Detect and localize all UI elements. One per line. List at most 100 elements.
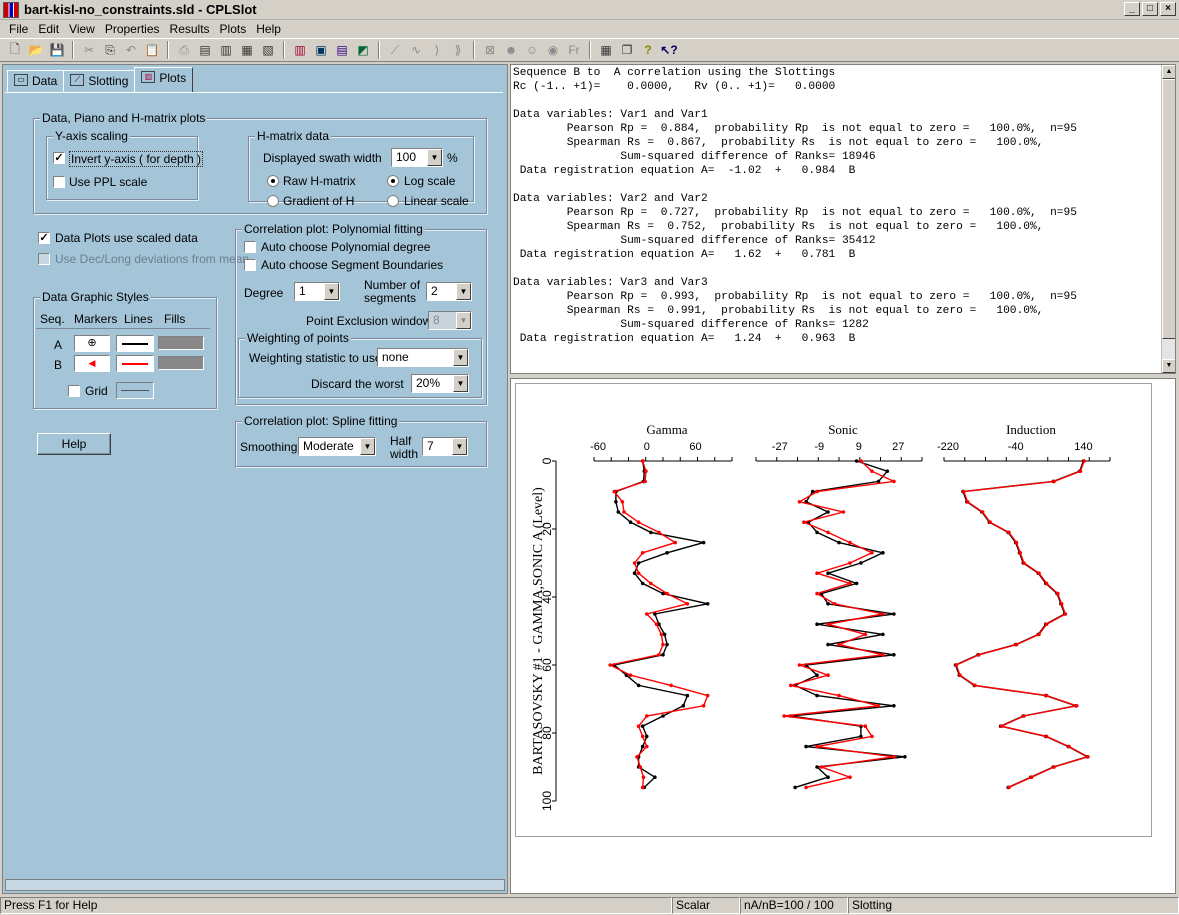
bracket2-icon[interactable]: ⟫ (449, 41, 467, 59)
slot-icon[interactable]: ▤ (196, 41, 214, 59)
panel-title: Gamma (646, 422, 687, 437)
scroll-thumb[interactable] (1162, 79, 1175, 339)
plot3-icon[interactable]: ▤ (333, 41, 351, 59)
ppl-scale-checkbox[interactable] (53, 176, 65, 188)
slot2-icon[interactable]: ▥ (217, 41, 235, 59)
horizontal-scrollbar[interactable] (5, 879, 505, 891)
gradient-radio[interactable] (267, 195, 279, 207)
print-icon[interactable]: ⎙ (175, 41, 193, 59)
data-point-b (870, 469, 874, 473)
scroll-up-icon[interactable]: ▲ (1162, 65, 1175, 79)
tab-data[interactable]: ▭ Data (7, 70, 65, 92)
smoothing-select[interactable]: Moderate ▼ (298, 437, 376, 456)
data-point-b (638, 765, 643, 769)
new-icon[interactable]: 🗋 (6, 41, 24, 59)
menu-plots[interactable]: Plots (215, 20, 252, 38)
weighting-stat-select[interactable]: none ▼ (377, 348, 469, 367)
menu-edit[interactable]: Edit (33, 20, 64, 38)
plot-icon[interactable]: ▥ (291, 41, 309, 59)
fill-a-swatch[interactable] (158, 336, 204, 350)
help-icon[interactable]: ? (639, 41, 657, 59)
exclusion-select[interactable]: 8 ▼ (428, 311, 472, 330)
degree-select[interactable]: 1 ▼ (294, 282, 340, 301)
invert-yaxis-checkbox[interactable]: ✓ (53, 152, 65, 164)
eye-icon[interactable]: ◉ (544, 41, 562, 59)
grid-line-sample (121, 390, 149, 391)
data-point-b (1078, 469, 1083, 473)
scroll-down-icon[interactable]: ▼ (1162, 359, 1175, 373)
tab-slotting[interactable]: ⟋ Slotting (63, 70, 136, 92)
person-icon[interactable]: ☻ (502, 41, 520, 59)
open-icon[interactable]: 📂 (27, 41, 45, 59)
linear-scale-radio[interactable] (387, 195, 399, 207)
discard-value: 20% (416, 376, 441, 390)
data-point-b (657, 530, 661, 535)
fr-icon[interactable]: Fr (565, 41, 583, 59)
swath-select[interactable]: 100 ▼ (391, 148, 443, 167)
dec-long-checkbox[interactable] (38, 253, 50, 265)
slotting-tab-icon: ⟋ (70, 74, 85, 86)
copy-icon[interactable]: ⎘ (101, 41, 119, 59)
line-b-swatch[interactable] (116, 355, 154, 372)
calc-icon[interactable]: ▦ (597, 41, 615, 59)
auto-segments-checkbox[interactable] (244, 259, 256, 271)
whatsthis-icon[interactable]: ↖? (660, 41, 678, 59)
poly-title: Correlation plot: Polynomial fitting (242, 222, 425, 236)
undo-icon[interactable]: ↶ (122, 41, 140, 59)
minimize-button[interactable]: _ (1124, 2, 1140, 16)
data-point-b (1044, 734, 1049, 739)
y-axis-label: BARTASOVSKY #1 - GAMMA,SONIC A (Level) (531, 487, 546, 775)
line-a-sample (122, 343, 148, 345)
tab-slotting-label: Slotting (88, 74, 129, 88)
auto-degree-checkbox[interactable] (244, 241, 256, 253)
help-button[interactable]: Help (37, 433, 111, 455)
x-tick-label: 140 (1074, 441, 1092, 453)
results-scrollbar[interactable]: ▲ ▼ (1161, 65, 1175, 373)
save-icon[interactable]: 💾 (48, 41, 66, 59)
plot4-icon[interactable]: ◩ (354, 41, 372, 59)
menu-view[interactable]: View (64, 20, 100, 38)
data-point-b (632, 561, 637, 565)
menu-results[interactable]: Results (165, 20, 215, 38)
results-text-pane[interactable]: Sequence B to A correlation using the Sl… (510, 64, 1176, 374)
marker-b-swatch[interactable]: ◀ (74, 355, 110, 372)
menu-properties[interactable]: Properties (100, 20, 165, 38)
raw-hmatrix-radio[interactable] (267, 175, 279, 187)
discard-select[interactable]: 20% ▼ (411, 374, 469, 393)
bracket-icon[interactable]: ⟩ (428, 41, 446, 59)
grid-checkbox[interactable] (68, 385, 80, 397)
slot4-icon[interactable]: ▧ (259, 41, 277, 59)
grid-style-swatch[interactable] (116, 382, 154, 399)
box-icon[interactable]: ⊠ (481, 41, 499, 59)
series-line-a (954, 460, 1090, 789)
data-point-b (636, 571, 641, 575)
tab-plots[interactable]: ▥ Plots (134, 67, 194, 92)
log-scale-radio[interactable] (387, 175, 399, 187)
line-icon[interactable]: ⟋ (386, 41, 404, 59)
wave-icon[interactable]: ∿ (407, 41, 425, 59)
segments-select[interactable]: 2 ▼ (426, 282, 472, 301)
data-point-b (705, 693, 710, 698)
data-point-b (640, 551, 645, 555)
data-point-a (681, 704, 686, 708)
scaled-data-checkbox[interactable]: ✓ (38, 232, 50, 244)
menu-help[interactable]: Help (251, 20, 286, 38)
window-icon[interactable]: ❐ (618, 41, 636, 59)
close-button[interactable]: × (1160, 2, 1176, 16)
marker-a-swatch[interactable]: ⊕ (74, 335, 110, 352)
chevron-down-icon: ▼ (324, 283, 339, 300)
tab-strip: ▭ Data ⟋ Slotting ▥ Plots (7, 67, 194, 92)
tab-plots-label: Plots (159, 71, 187, 85)
plot2-icon[interactable]: ▣ (312, 41, 330, 59)
line-a-swatch[interactable] (116, 335, 154, 352)
swath-unit: % (447, 151, 458, 165)
menu-file[interactable]: File (4, 20, 33, 38)
data-point-a (640, 581, 645, 586)
fill-b-swatch[interactable] (158, 356, 204, 370)
paste-icon[interactable]: 📋 (143, 41, 161, 59)
slot3-icon[interactable]: ▦ (238, 41, 256, 59)
person2-icon[interactable]: ☺ (523, 41, 541, 59)
half-width-select[interactable]: 7 ▼ (422, 437, 468, 456)
cut-icon[interactable]: ✂ (80, 41, 98, 59)
maximize-button[interactable]: □ (1142, 2, 1158, 16)
